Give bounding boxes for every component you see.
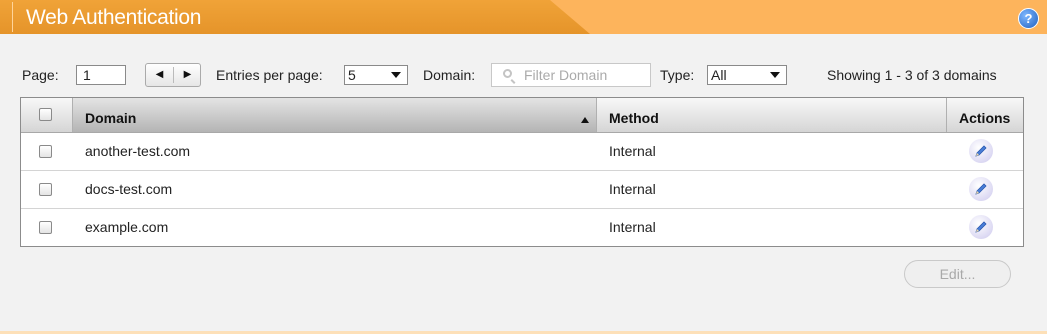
search-icon	[503, 69, 512, 78]
column-header-method[interactable]: Method	[609, 98, 659, 132]
column-divider	[596, 98, 597, 132]
page-label: Page:	[22, 67, 59, 83]
entries-per-page-select[interactable]: 5	[344, 65, 408, 85]
row-checkbox[interactable]	[39, 145, 52, 158]
page-input[interactable]: 1	[76, 65, 126, 85]
column-header-domain[interactable]: Domain	[85, 98, 136, 132]
pencil-icon[interactable]	[969, 215, 993, 239]
chevron-down-icon	[770, 72, 780, 78]
sort-ascending-icon	[581, 117, 589, 123]
table-row[interactable]: docs-test.com Internal	[21, 171, 1023, 209]
type-label: Type:	[660, 67, 695, 83]
page-header: Web Authentication ?	[0, 0, 1047, 34]
next-page-button[interactable]: ▶	[174, 64, 201, 86]
sorted-column-highlight	[72, 98, 596, 132]
chevron-down-icon	[391, 72, 401, 78]
column-divider	[946, 98, 947, 132]
row-method: Internal	[609, 143, 656, 159]
edit-button[interactable]: Edit...	[904, 260, 1011, 288]
entries-per-page-label: Entries per page:	[216, 67, 323, 83]
help-icon[interactable]: ?	[1018, 8, 1039, 29]
row-checkbox[interactable]	[39, 183, 52, 196]
table-row[interactable]: example.com Internal	[21, 209, 1023, 247]
type-value: All	[711, 67, 727, 83]
domains-table: Domain Method Actions another-test.com I…	[20, 97, 1024, 247]
select-all-checkbox[interactable]	[39, 108, 52, 121]
row-method: Internal	[609, 181, 656, 197]
page-title: Web Authentication	[26, 6, 202, 29]
table-row[interactable]: another-test.com Internal	[21, 133, 1023, 171]
prev-page-button[interactable]: ◀	[146, 64, 173, 86]
pencil-icon[interactable]	[969, 139, 993, 163]
pencil-icon[interactable]	[969, 177, 993, 201]
row-domain: example.com	[85, 219, 169, 235]
type-select[interactable]: All	[707, 65, 787, 85]
table-header: Domain Method Actions	[21, 98, 1023, 133]
entries-per-page-value: 5	[348, 67, 356, 83]
toolbar: Page: 1 ◀ ▶ Entries per page: 5 Domain: …	[0, 62, 1047, 88]
column-header-actions: Actions	[959, 110, 1011, 126]
domain-filter-input[interactable]: Filter Domain	[491, 63, 651, 87]
row-method: Internal	[609, 219, 656, 235]
row-domain: another-test.com	[85, 143, 191, 159]
pager-buttons: ◀ ▶	[145, 63, 201, 87]
domain-label: Domain:	[423, 67, 476, 83]
row-domain: docs-test.com	[85, 181, 173, 197]
domain-filter-placeholder: Filter Domain	[524, 67, 608, 83]
row-checkbox[interactable]	[39, 221, 52, 234]
showing-count: Showing 1 - 3 of 3 domains	[827, 67, 997, 83]
column-divider	[72, 98, 73, 132]
